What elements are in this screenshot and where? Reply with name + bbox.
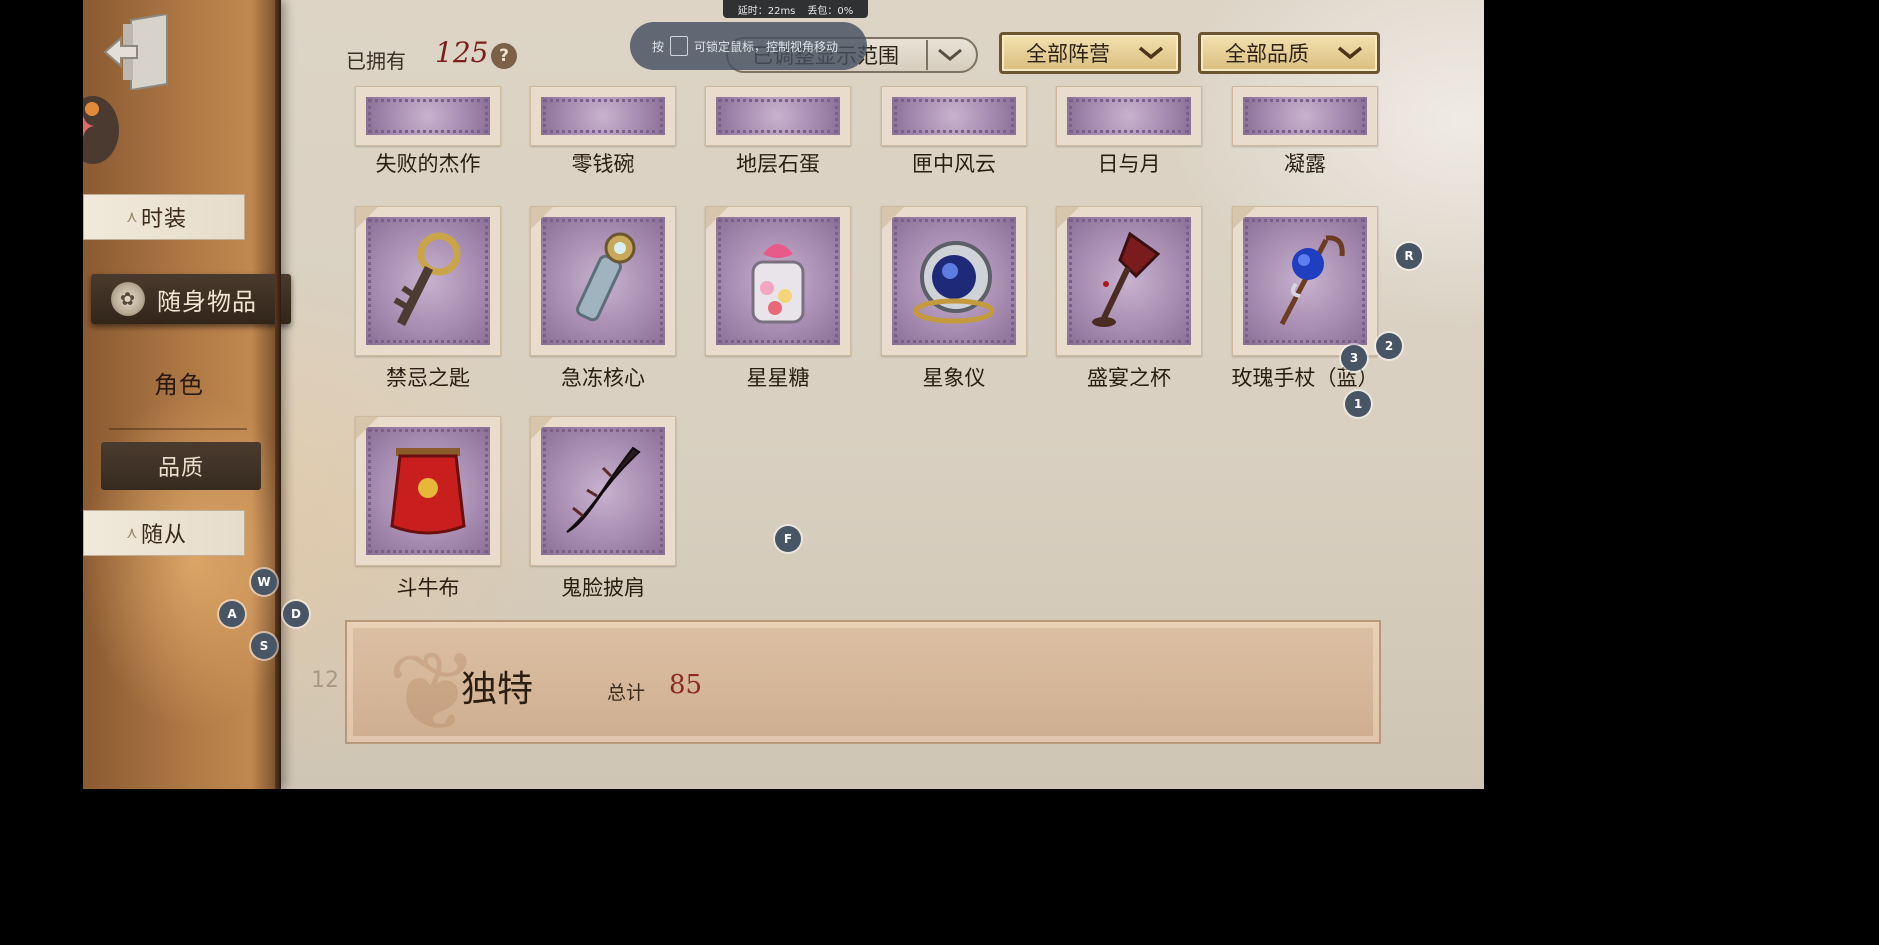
item-name: 玫瑰手杖（蓝） bbox=[1231, 366, 1379, 390]
tab-costume-label: 时装 bbox=[140, 207, 187, 232]
item-card[interactable]: 星象仪 bbox=[881, 206, 1027, 390]
item-stamp bbox=[881, 86, 1027, 146]
filter-character-label: 角色 bbox=[154, 370, 204, 399]
item-card[interactable]: 星星糖 bbox=[705, 206, 851, 390]
chevron-down-icon bbox=[1134, 42, 1168, 64]
item-stamp bbox=[705, 86, 851, 146]
item-name: 日与月 bbox=[1097, 152, 1161, 176]
item-name: 匣中风云 bbox=[912, 152, 996, 176]
tab-ornament-icon: ⋏ bbox=[126, 523, 139, 542]
filter-quality-button[interactable]: 品质 bbox=[101, 442, 261, 490]
quality-summary-panel: ❦ 独特 总计 85 bbox=[345, 620, 1381, 756]
page-side-number: 12 bbox=[311, 668, 339, 693]
exit-door-icon bbox=[103, 14, 168, 90]
item-name: 斗牛布 bbox=[396, 576, 460, 600]
total-value: 85 bbox=[669, 670, 703, 700]
quality-title: 独特 bbox=[461, 669, 534, 710]
game-viewport: ⋏ 时装 ✿ 随身物品 角色 品质 ⋏ 随从 已拥有 125 ? 已调整显示范围… bbox=[83, 0, 1484, 789]
key-overlay-a[interactable]: A bbox=[219, 601, 245, 627]
filter-character[interactable]: 角色 bbox=[119, 362, 239, 402]
item-stamp bbox=[1232, 86, 1378, 146]
item-stamp bbox=[1056, 86, 1202, 146]
item-name: 盛宴之杯 bbox=[1087, 366, 1171, 390]
key-overlay-d[interactable]: D bbox=[283, 601, 309, 627]
item-stamp bbox=[881, 206, 1027, 356]
item-stamp bbox=[530, 416, 676, 566]
tab-accessory[interactable]: ✿ 随身物品 bbox=[91, 274, 291, 324]
owned-label: 已拥有 bbox=[346, 49, 406, 73]
item-stamp bbox=[355, 86, 501, 146]
help-icon[interactable]: ? bbox=[491, 43, 517, 69]
accessory-emblem-icon: ✿ bbox=[111, 282, 145, 316]
network-status-bar: 延时：22ms 丢包：0% bbox=[723, 0, 868, 18]
key-overlay-w[interactable]: W bbox=[251, 569, 277, 595]
item-name: 失败的杰作 bbox=[375, 152, 481, 176]
tab-companion-label: 随从 bbox=[140, 523, 187, 548]
tab-companion[interactable]: ⋏ 随从 bbox=[83, 510, 245, 556]
item-name: 凝露 bbox=[1284, 152, 1326, 176]
quality-dropdown[interactable]: 全部品质 bbox=[1198, 32, 1380, 74]
tab-ornament-icon: ⋏ bbox=[126, 207, 139, 226]
tab-accessory-label: 随身物品 bbox=[157, 287, 257, 316]
faction-dropdown-value: 全部阵营 bbox=[1026, 42, 1110, 66]
sidebar-divider bbox=[109, 428, 247, 430]
owned-count: 125 bbox=[435, 36, 489, 69]
mouse-lock-hint: 按 可锁定鼠标，控制视角移动 bbox=[630, 22, 867, 70]
item-stamp bbox=[705, 206, 851, 356]
packet-loss-text: 丢包：0% bbox=[807, 5, 854, 17]
item-card[interactable]: 玫瑰手杖（蓝） bbox=[1232, 206, 1379, 390]
item-name: 星象仪 bbox=[922, 366, 986, 390]
chevron-down-icon bbox=[926, 40, 972, 70]
key-overlay-3[interactable]: 3 bbox=[1341, 345, 1367, 371]
exit-button[interactable] bbox=[101, 14, 173, 90]
quality-dropdown-value: 全部品质 bbox=[1225, 42, 1309, 66]
item-stamp bbox=[530, 206, 676, 356]
item-card[interactable]: 鬼脸披肩 bbox=[530, 416, 676, 600]
item-name: 急冻核心 bbox=[561, 366, 645, 390]
hint-prefix: 按 bbox=[652, 39, 665, 54]
hint-text: 可锁定鼠标，控制视角移动 bbox=[694, 39, 839, 54]
item-name: 鬼脸披肩 bbox=[561, 576, 645, 600]
item-stamp bbox=[1056, 206, 1202, 356]
candy-jar-icon bbox=[751, 244, 805, 324]
key-overlay-r[interactable]: R bbox=[1396, 243, 1422, 269]
item-name: 星星糖 bbox=[746, 366, 810, 390]
tab-costume[interactable]: ⋏ 时装 bbox=[83, 194, 245, 240]
key-overlay-2[interactable]: 2 bbox=[1376, 333, 1402, 359]
chevron-down-icon bbox=[1333, 42, 1367, 64]
goblet-icon bbox=[1092, 231, 1161, 327]
item-stamp bbox=[530, 86, 676, 146]
category-sidebar: ⋏ 时装 ✿ 随身物品 角色 品质 ⋏ 随从 bbox=[83, 0, 291, 789]
item-card[interactable]: 急冻核心 bbox=[530, 206, 676, 390]
item-name: 禁忌之匙 bbox=[386, 366, 470, 390]
frost-core-icon bbox=[575, 232, 636, 322]
shawl-icon bbox=[566, 446, 641, 533]
filter-quality-label: 品质 bbox=[157, 456, 204, 481]
latency-text: 延时：22ms bbox=[737, 5, 796, 17]
matador-cape-icon bbox=[390, 448, 466, 535]
key-icon bbox=[393, 232, 461, 327]
astrolabe-icon bbox=[913, 241, 995, 324]
item-stamp bbox=[355, 206, 501, 356]
item-card[interactable]: 斗牛布 bbox=[355, 416, 501, 600]
item-card[interactable]: 禁忌之匙 bbox=[355, 206, 501, 390]
item-stamp bbox=[1232, 206, 1378, 356]
item-card[interactable]: 盛宴之杯 bbox=[1056, 206, 1202, 390]
faction-dropdown[interactable]: 全部阵营 bbox=[999, 32, 1181, 74]
key-overlay-s[interactable]: S bbox=[251, 633, 277, 659]
rose-cane-icon bbox=[1279, 235, 1345, 326]
total-label: 总计 bbox=[607, 682, 646, 704]
key-icon bbox=[670, 36, 689, 56]
player-avatar[interactable] bbox=[83, 96, 119, 164]
key-overlay-f[interactable]: F bbox=[775, 526, 801, 552]
item-name: 地层石蛋 bbox=[736, 152, 820, 176]
item-stamp bbox=[355, 416, 501, 566]
item-name: 零钱碗 bbox=[571, 152, 635, 176]
key-overlay-1[interactable]: 1 bbox=[1345, 391, 1371, 417]
